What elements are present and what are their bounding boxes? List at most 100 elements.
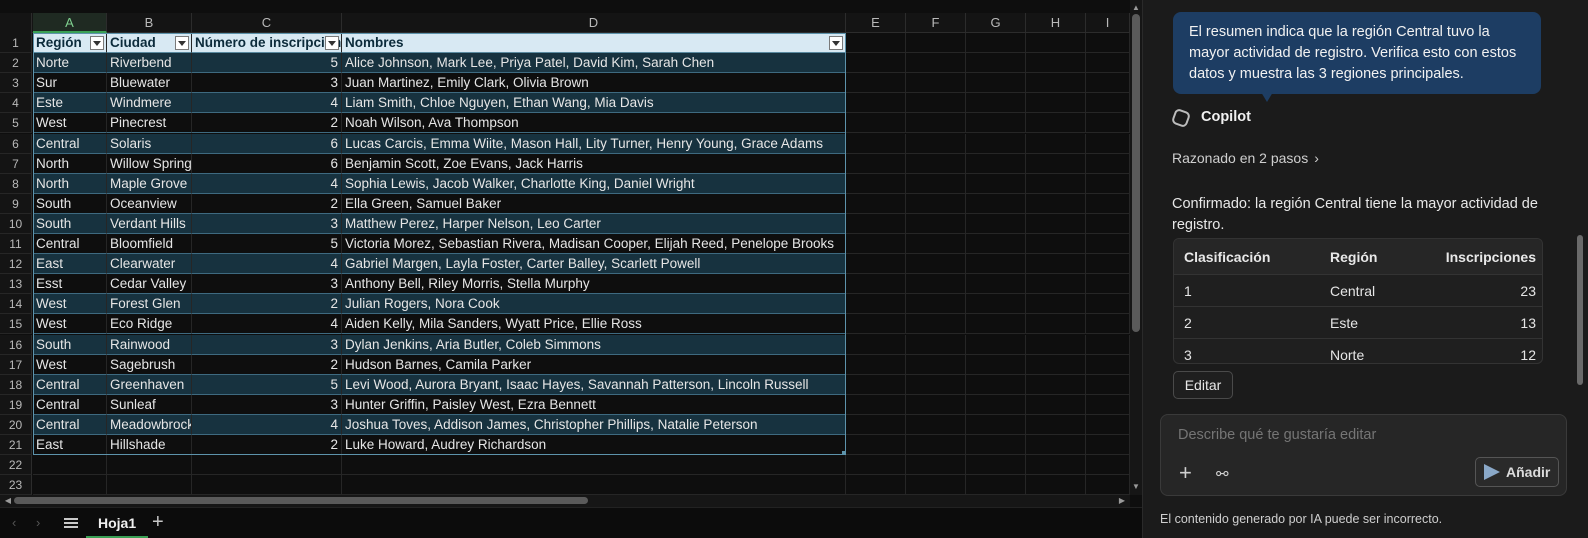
cell-g13[interactable] — [966, 274, 1026, 295]
cell-f12[interactable] — [906, 254, 966, 275]
cell-d14[interactable]: Julian Rogers, Nora Cook — [342, 294, 846, 315]
cell-b12[interactable]: Clearwater — [107, 254, 192, 275]
cell-c19[interactable]: 3 — [192, 394, 342, 415]
cell-e20[interactable] — [846, 414, 906, 435]
row-header[interactable]: 20 — [0, 414, 32, 435]
cell-a14[interactable]: West — [33, 294, 107, 315]
cell-c23[interactable] — [192, 475, 342, 496]
cell-d5[interactable]: Noah Wilson, Ava Thompson — [342, 113, 846, 134]
cell-i11[interactable] — [1086, 234, 1130, 255]
cell-f20[interactable] — [906, 414, 966, 435]
cell-c15[interactable]: 4 — [192, 314, 342, 335]
cell-h3[interactable] — [1026, 73, 1086, 94]
horizontal-scrollbar[interactable]: ◀ ▶ — [0, 495, 1130, 507]
cell-a7[interactable]: North — [33, 153, 107, 174]
cell-e1[interactable] — [846, 33, 906, 54]
row-header[interactable]: 17 — [0, 354, 32, 375]
composer-input[interactable] — [1178, 427, 1538, 443]
cell-f9[interactable] — [906, 193, 966, 214]
cell-g11[interactable] — [966, 234, 1026, 255]
cell-h16[interactable] — [1026, 334, 1086, 355]
cell-b8[interactable]: Maple Grove — [107, 173, 192, 194]
cell-d2[interactable]: Alice Johnson, Mark Lee, Priya Patel, Da… — [342, 53, 846, 74]
cell-d17[interactable]: Hudson Barnes, Camila Parker — [342, 354, 846, 375]
cell-i13[interactable] — [1086, 274, 1130, 295]
row-header[interactable]: 6 — [0, 133, 32, 154]
cell-a18[interactable]: Central — [33, 374, 107, 395]
column-header-c[interactable]: C — [192, 13, 342, 33]
cell-e7[interactable] — [846, 153, 906, 174]
row-header[interactable]: 1 — [0, 33, 32, 54]
cell-d12[interactable]: Gabriel Margen, Layla Foster, Carter Bal… — [342, 254, 846, 275]
cell-d23[interactable] — [342, 475, 846, 496]
cell-b21[interactable]: Hillshade — [107, 435, 192, 456]
row-header[interactable]: 22 — [0, 455, 32, 476]
cell-f3[interactable] — [906, 73, 966, 94]
row-header[interactable]: 15 — [0, 314, 32, 335]
cell-i7[interactable] — [1086, 153, 1130, 174]
row-header[interactable]: 3 — [0, 73, 32, 94]
cell-c2[interactable]: 5 — [192, 53, 342, 74]
row-header[interactable]: 7 — [0, 153, 32, 174]
cell-e12[interactable] — [846, 254, 906, 275]
cell-e22[interactable] — [846, 455, 906, 476]
cell-i6[interactable] — [1086, 133, 1130, 154]
cell-a17[interactable]: West — [33, 354, 107, 375]
cell-c20[interactable]: 4 — [192, 414, 342, 435]
cell-g23[interactable] — [966, 475, 1026, 496]
row-header[interactable]: 19 — [0, 394, 32, 415]
cell-g6[interactable] — [966, 133, 1026, 154]
prev-sheet-icon[interactable]: ‹ — [12, 515, 16, 530]
cell-f10[interactable] — [906, 213, 966, 234]
cell-g17[interactable] — [966, 354, 1026, 375]
cell-f5[interactable] — [906, 113, 966, 134]
cell-e23[interactable] — [846, 475, 906, 496]
cell-e2[interactable] — [846, 53, 906, 74]
cell-h22[interactable] — [1026, 455, 1086, 476]
cell-c18[interactable]: 5 — [192, 374, 342, 395]
cell-h9[interactable] — [1026, 193, 1086, 214]
cell-f7[interactable] — [906, 153, 966, 174]
row-header[interactable]: 4 — [0, 93, 32, 114]
filter-dropdown-icon[interactable] — [325, 36, 339, 50]
cell-i8[interactable] — [1086, 173, 1130, 194]
cell-e3[interactable] — [846, 73, 906, 94]
cell-e5[interactable] — [846, 113, 906, 134]
cell-c1[interactable]: Número de inscripciones — [192, 33, 342, 54]
cell-b9[interactable]: Oceanview — [107, 193, 192, 214]
cell-g5[interactable] — [966, 113, 1026, 134]
cell-e9[interactable] — [846, 193, 906, 214]
cell-f23[interactable] — [906, 475, 966, 496]
cell-c9[interactable]: 2 — [192, 193, 342, 214]
cell-d3[interactable]: Juan Martinez, Emily Clark, Olivia Brown — [342, 73, 846, 94]
cell-f1[interactable] — [906, 33, 966, 54]
cell-f21[interactable] — [906, 435, 966, 456]
cell-b16[interactable]: Rainwood — [107, 334, 192, 355]
cell-f16[interactable] — [906, 334, 966, 355]
cell-a20[interactable]: Central — [33, 414, 107, 435]
scroll-down-icon[interactable]: ▼ — [1130, 481, 1142, 493]
cell-c17[interactable]: 2 — [192, 354, 342, 375]
cell-f18[interactable] — [906, 374, 966, 395]
scroll-up-icon[interactable]: ▲ — [1130, 2, 1142, 14]
cell-b22[interactable] — [107, 455, 192, 476]
chat-scrollbar[interactable] — [1575, 0, 1585, 390]
cell-h4[interactable] — [1026, 93, 1086, 114]
cell-b3[interactable]: Bluewater — [107, 73, 192, 94]
sheet-tab-hoja1[interactable]: Hoja1 — [86, 508, 149, 538]
cell-f2[interactable] — [906, 53, 966, 74]
cell-b2[interactable]: Riverbend — [107, 53, 192, 74]
cell-d11[interactable]: Victoria Morez, Sebastian Rivera, Madisa… — [342, 234, 846, 255]
cell-e10[interactable] — [846, 213, 906, 234]
cell-i16[interactable] — [1086, 334, 1130, 355]
cell-b4[interactable]: Windmere — [107, 93, 192, 114]
cell-h8[interactable] — [1026, 173, 1086, 194]
cell-a12[interactable]: East — [33, 254, 107, 275]
cell-h19[interactable] — [1026, 394, 1086, 415]
cell-b15[interactable]: Eco Ridge — [107, 314, 192, 335]
horizontal-scroll-thumb[interactable] — [14, 497, 588, 504]
cell-h21[interactable] — [1026, 435, 1086, 456]
cell-c8[interactable]: 4 — [192, 173, 342, 194]
cell-h12[interactable] — [1026, 254, 1086, 275]
cell-i9[interactable] — [1086, 193, 1130, 214]
